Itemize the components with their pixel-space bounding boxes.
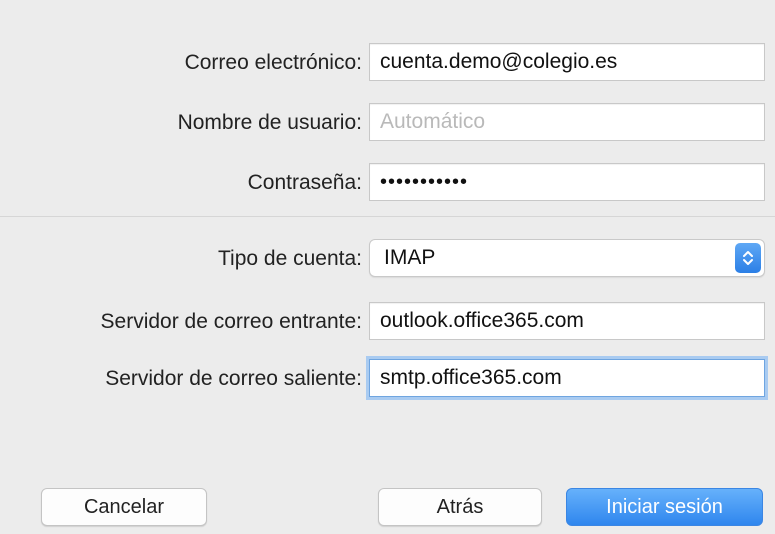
- incoming-server-field[interactable]: outlook.office365.com: [369, 302, 765, 340]
- incoming-server-label: Servidor de correo entrante:: [100, 310, 362, 333]
- account-type-label: Tipo de cuenta:: [218, 247, 362, 270]
- account-type-row: Tipo de cuenta: IMAP: [0, 239, 775, 279]
- account-type-select[interactable]: IMAP: [369, 239, 765, 277]
- section-divider: [0, 216, 775, 217]
- username-row: Nombre de usuario: Automático: [0, 103, 775, 143]
- outgoing-server-row: Servidor de correo saliente: smtp.office…: [0, 359, 775, 399]
- password-field[interactable]: •••••••••••: [369, 163, 765, 201]
- sign-in-button[interactable]: Iniciar sesión: [566, 488, 763, 526]
- password-row: Contraseña: •••••••••••: [0, 163, 775, 203]
- username-label: Nombre de usuario:: [177, 111, 362, 134]
- account-type-value: IMAP: [384, 246, 436, 269]
- incoming-server-row: Servidor de correo entrante: outlook.off…: [0, 302, 775, 342]
- username-field[interactable]: Automático: [369, 103, 765, 141]
- email-field[interactable]: cuenta.demo@colegio.es: [369, 43, 765, 81]
- chevron-up-down-icon: [735, 243, 761, 273]
- email-row: Correo electrónico: cuenta.demo@colegio.…: [0, 43, 775, 83]
- password-label: Contraseña:: [247, 171, 362, 194]
- back-button[interactable]: Atrás: [378, 488, 542, 526]
- outgoing-server-label: Servidor de correo saliente:: [105, 367, 362, 390]
- email-label: Correo electrónico:: [184, 51, 362, 74]
- outgoing-server-field[interactable]: smtp.office365.com: [369, 359, 765, 397]
- cancel-button[interactable]: Cancelar: [41, 488, 207, 526]
